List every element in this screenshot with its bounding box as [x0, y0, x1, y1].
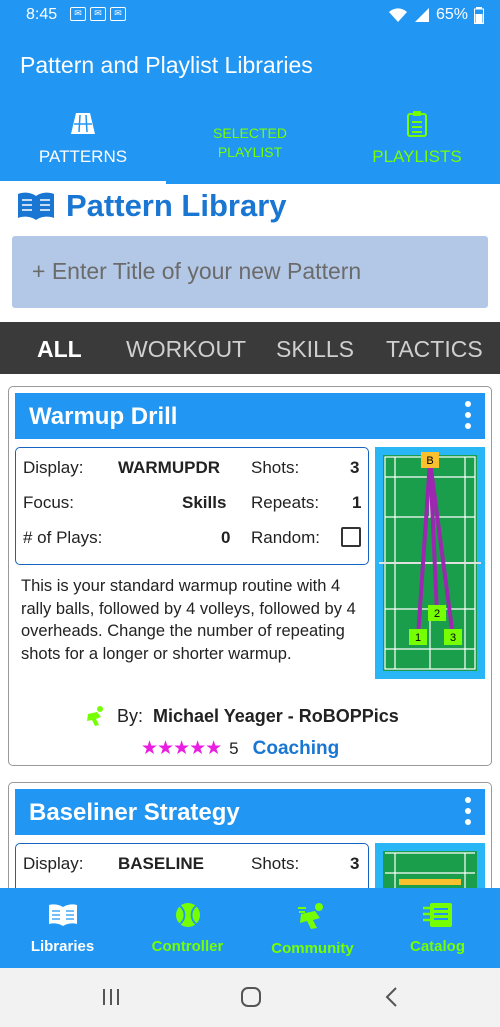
recent-apps-icon[interactable] — [101, 988, 121, 1006]
star-rating[interactable]: ★★★★★ — [141, 737, 222, 760]
tab-playlists[interactable]: PLAYLISTS — [334, 100, 500, 184]
court-marker-label: 2 — [434, 608, 440, 620]
display-value: WARMUPDR — [118, 458, 220, 477]
status-right: 65% — [388, 6, 484, 24]
court-marker-label: 3 — [450, 632, 456, 644]
nav-catalog[interactable]: Catalog — [375, 902, 500, 955]
nav-community[interactable]: Community — [250, 902, 375, 957]
shots-value: 3 — [350, 854, 360, 873]
back-icon[interactable] — [383, 986, 399, 1008]
more-options-icon[interactable] — [465, 401, 471, 434]
card-header: Warmup Drill — [15, 393, 485, 439]
status-bar: 8:45 ✉ ✉ ✉ 65% — [0, 0, 500, 30]
tab-patterns[interactable]: PATTERNS — [0, 100, 166, 184]
runner-icon — [87, 706, 103, 726]
court-marker-label: B — [426, 455, 433, 467]
runner-icon — [297, 903, 323, 929]
filter-skills[interactable]: SKILLS — [276, 336, 354, 363]
random-label: Random: — [251, 528, 320, 547]
court-diagram[interactable]: B 2 1 3 — [375, 447, 485, 679]
court-icon — [71, 113, 95, 134]
mail-notification-icon: ✉ — [90, 7, 106, 21]
battery-icon — [474, 6, 484, 24]
shots-label: Shots: — [251, 458, 300, 477]
tab-selected-label-2: PLAYLIST — [217, 144, 283, 160]
display-value: BASELINE — [118, 854, 204, 873]
plays-label: # of Plays: — [23, 528, 103, 547]
tab-playlists-label: PLAYLISTS — [372, 147, 462, 166]
signal-icon — [414, 8, 429, 22]
repeats-value: 1 — [352, 493, 362, 512]
rating-row: ★★★★★ 5 Coaching — [141, 737, 339, 760]
focus-value: Skills — [182, 493, 227, 512]
mail-notification-icon: ✉ — [110, 7, 126, 21]
by-label: By: — [117, 705, 144, 726]
wifi-icon — [388, 8, 407, 22]
nav-community-label: Community — [271, 940, 354, 957]
nav-controller-label: Controller — [151, 938, 224, 955]
court-diagram-svg: B 2 1 3 — [379, 452, 481, 671]
main-content: Pattern Library + Enter Title of your ne… — [0, 184, 500, 888]
clock: 8:45 — [26, 6, 58, 23]
notification-icons: ✉ ✉ ✉ — [70, 7, 126, 21]
app-title: Pattern and Playlist Libraries — [20, 52, 313, 78]
home-icon[interactable] — [240, 986, 262, 1008]
card-header: Baseliner Strategy — [15, 789, 485, 835]
filter-bar: ALL WORKOUT SKILLS TACTICS — [0, 322, 500, 374]
pattern-description: This is your standard warmup routine wit… — [21, 577, 356, 663]
rating-value: 5 — [229, 738, 239, 758]
nav-catalog-label: Catalog — [409, 938, 465, 955]
pattern-name: Baseliner Strategy — [29, 799, 240, 826]
tab-selected-label-1: SELECTED — [213, 125, 287, 141]
author-row: By: Michael Yeager - RoBOPPics — [85, 705, 399, 727]
nav-controller[interactable]: Controller — [125, 902, 250, 955]
tab-bar: PATTERNS SELECTED PLAYLIST PLAYLISTS — [0, 100, 500, 184]
new-pattern-input[interactable]: + Enter Title of your new Pattern — [12, 236, 488, 308]
tab-patterns-label: PATTERNS — [38, 147, 128, 166]
court-diagram-svg — [383, 851, 477, 888]
page-title: Pattern Library — [66, 188, 287, 223]
mail-notification-icon: ✉ — [70, 7, 86, 21]
shots-label: Shots: — [251, 854, 300, 873]
pattern-card[interactable]: Baseliner Strategy Display: BASELINE Sho… — [8, 782, 492, 888]
pattern-name: Warmup Drill — [29, 403, 178, 430]
focus-label: Focus: — [23, 493, 75, 512]
court-marker-label: 1 — [415, 632, 421, 644]
nav-libraries[interactable]: Libraries — [0, 902, 125, 955]
nav-libraries-label: Libraries — [30, 938, 95, 955]
bottom-navigation: Libraries Controller Community Catalog — [0, 888, 500, 968]
clipboard-icon — [407, 111, 427, 137]
display-label: Display: — [23, 458, 84, 477]
repeats-label: Repeats: — [251, 493, 320, 512]
book-icon — [48, 904, 77, 926]
shots-value: 3 — [350, 458, 360, 477]
random-checkbox[interactable] — [341, 527, 361, 547]
author-name[interactable]: Michael Yeager - RoBOPPics — [153, 706, 399, 727]
court-diagram[interactable] — [375, 843, 485, 888]
filter-workout[interactable]: WORKOUT — [126, 336, 246, 363]
pattern-card[interactable]: Warmup Drill Display: WARMUPDR Shots: 3 … — [8, 386, 492, 766]
catalog-icon — [422, 903, 452, 927]
pattern-info-box: Display: WARMUPDR Shots: 3 Focus: Skills… — [15, 447, 369, 565]
battery-percent: 65% — [435, 6, 468, 23]
more-options-icon[interactable] — [465, 797, 471, 830]
library-header: Pattern Library — [16, 188, 287, 224]
app-bar: Pattern and Playlist Libraries — [0, 30, 500, 100]
filter-tactics[interactable]: TACTICS — [386, 336, 483, 363]
display-label: Display: — [23, 854, 84, 873]
filter-all[interactable]: ALL — [37, 336, 82, 363]
category-link[interactable]: Coaching — [253, 738, 340, 760]
tennis-ball-icon — [175, 903, 200, 927]
pattern-info-box: Display: BASELINE Shots: 3 — [15, 843, 369, 888]
book-icon — [18, 192, 54, 220]
tab-selected-playlist[interactable]: SELECTED PLAYLIST — [166, 100, 334, 184]
plays-value: 0 — [221, 528, 231, 547]
system-navigation-bar — [0, 968, 500, 1027]
